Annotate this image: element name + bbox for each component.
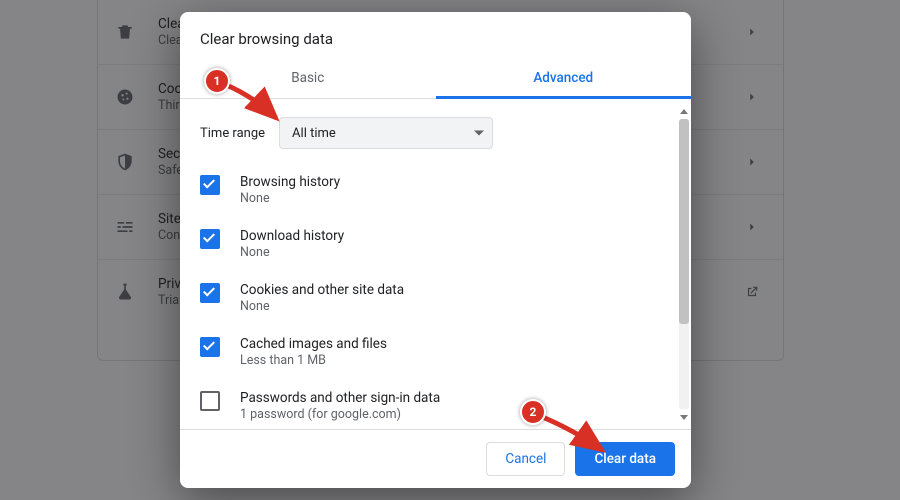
option-sub: None xyxy=(240,299,673,315)
annotation-badge-1: 1 xyxy=(204,68,230,94)
option-row: Passwords and other sign-in data 1 passw… xyxy=(180,379,673,429)
checkbox-cookies[interactable] xyxy=(200,283,220,303)
dialog-title: Clear browsing data xyxy=(180,12,691,58)
scrollbar[interactable] xyxy=(677,105,691,423)
cancel-button[interactable]: Cancel xyxy=(486,442,565,476)
scrollbar-up-icon[interactable] xyxy=(679,105,689,117)
option-sub: None xyxy=(240,191,673,207)
checkbox-cached-images[interactable] xyxy=(200,337,220,357)
dialog-scroll-area[interactable]: Time range All time Browsing history Non… xyxy=(180,99,691,429)
option-row: Download history None xyxy=(180,217,673,271)
checkbox-passwords[interactable] xyxy=(200,391,220,411)
tab-advanced[interactable]: Advanced xyxy=(436,58,692,98)
option-title: Browsing history xyxy=(240,173,673,191)
option-row: Cached images and files Less than 1 MB xyxy=(180,325,673,379)
option-sub: 1 password (for google.com) xyxy=(240,407,673,423)
time-range-label: Time range xyxy=(200,126,265,141)
option-title: Passwords and other sign-in data xyxy=(240,389,673,407)
annotation-badge-2: 2 xyxy=(520,399,546,425)
option-sub: Less than 1 MB xyxy=(240,353,673,369)
scrollbar-thumb[interactable] xyxy=(679,119,689,324)
checkbox-browsing-history[interactable] xyxy=(200,175,220,195)
option-row: Cookies and other site data None xyxy=(180,271,673,325)
option-title: Cookies and other site data xyxy=(240,281,673,299)
time-range-value: All time xyxy=(292,126,336,141)
dialog-tabs: Basic Advanced xyxy=(180,58,691,99)
option-title: Cached images and files xyxy=(240,335,673,353)
option-sub: None xyxy=(240,245,673,261)
option-row: Browsing history None xyxy=(180,163,673,217)
chevron-down-icon xyxy=(474,131,484,136)
clear-browsing-data-dialog: Clear browsing data Basic Advanced Time … xyxy=(180,12,691,488)
clear-data-button[interactable]: Clear data xyxy=(575,442,675,476)
checkbox-download-history[interactable] xyxy=(200,229,220,249)
option-title: Download history xyxy=(240,227,673,245)
time-range-select[interactable]: All time xyxy=(279,117,493,149)
scrollbar-down-icon[interactable] xyxy=(679,411,689,423)
